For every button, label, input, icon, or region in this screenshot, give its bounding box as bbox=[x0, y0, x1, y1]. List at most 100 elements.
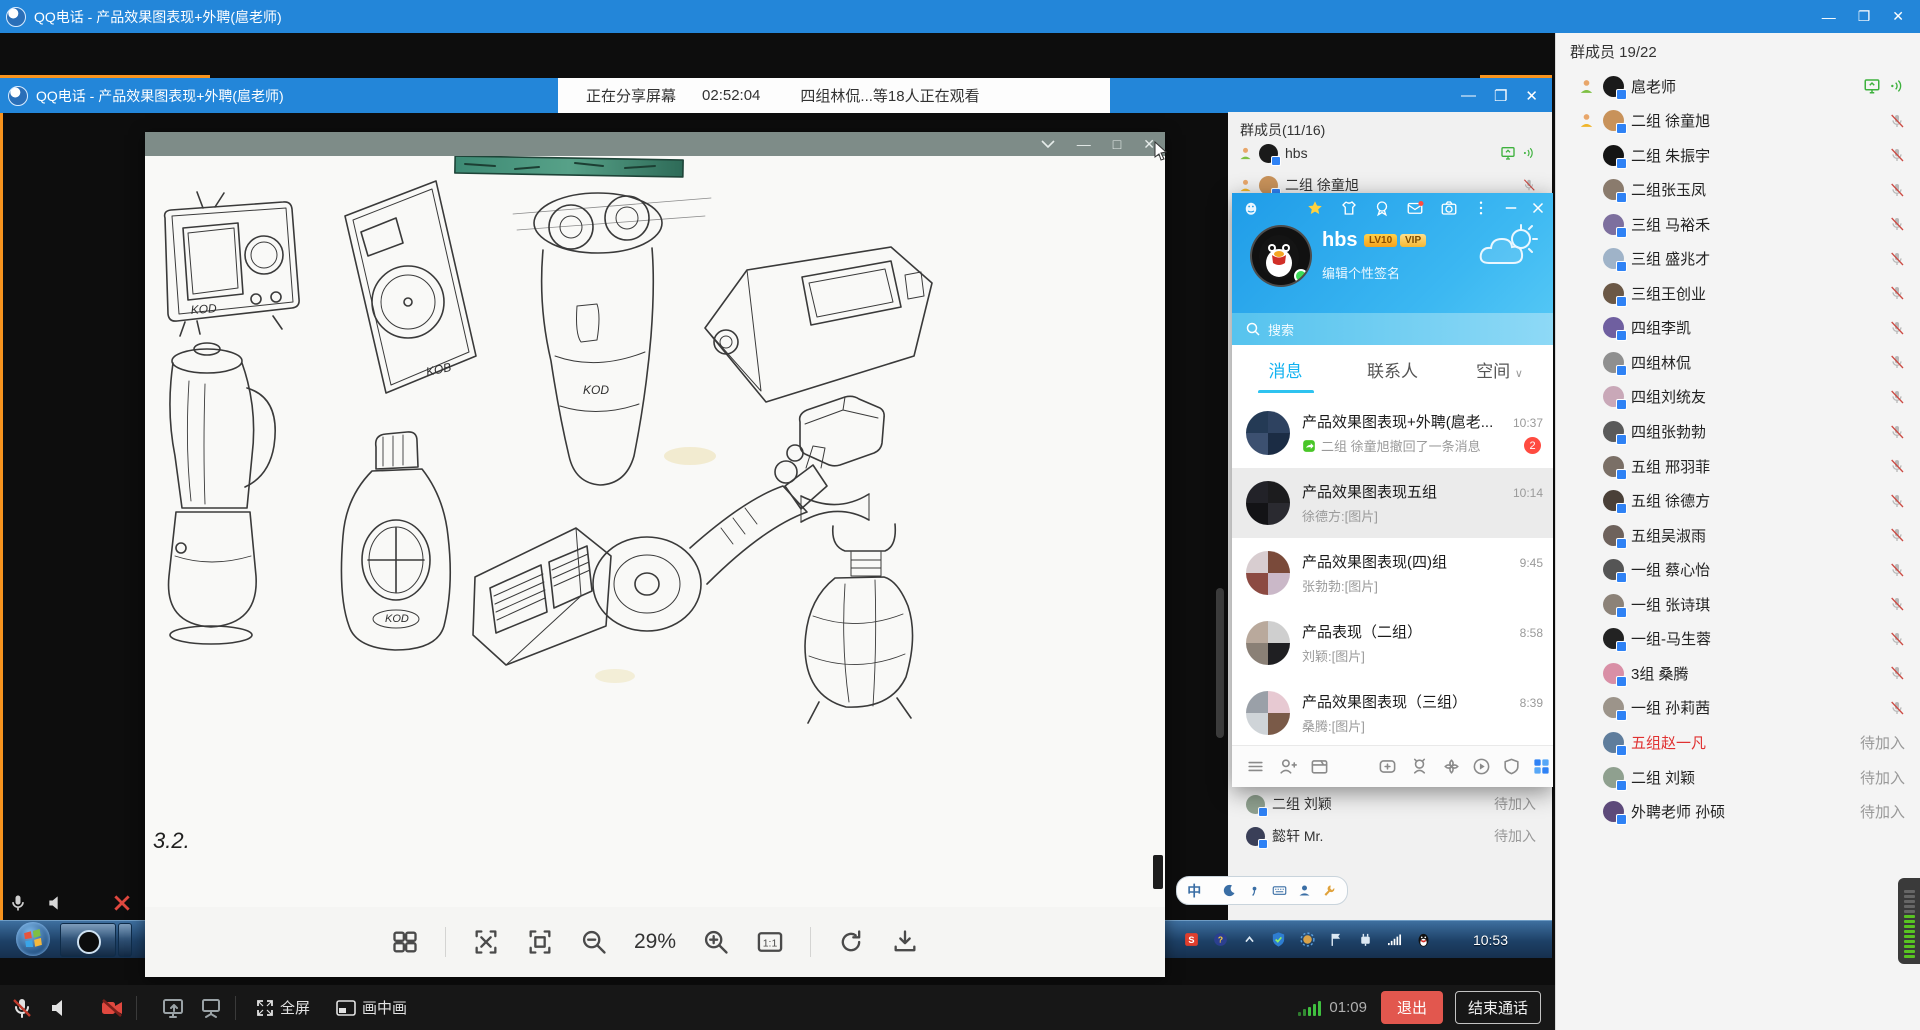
speaker-on-button[interactable] bbox=[48, 996, 72, 1020]
shared-member-row[interactable]: 二组 刘颖 待加入 bbox=[1228, 791, 1552, 817]
folder-icon[interactable] bbox=[1310, 757, 1329, 776]
question-tray-icon[interactable]: ? bbox=[1212, 931, 1229, 948]
viewer-titlebar[interactable]: — □ ✕ bbox=[145, 132, 1165, 156]
mic-muted-icon[interactable] bbox=[1889, 285, 1905, 301]
exit-button[interactable]: 退出 bbox=[1381, 991, 1443, 1024]
mail-icon[interactable] bbox=[1406, 199, 1424, 217]
penguin-tray-icon[interactable] bbox=[1415, 931, 1432, 948]
ime-language-indicator[interactable]: 中 bbox=[1187, 881, 1201, 901]
ime-moon-icon[interactable] bbox=[1222, 883, 1237, 898]
mic-muted-icon[interactable] bbox=[1889, 631, 1905, 647]
member-row[interactable]: 二组 朱振宇 bbox=[1556, 140, 1920, 170]
rotate-icon[interactable] bbox=[837, 928, 865, 956]
shield-heart-icon[interactable] bbox=[1502, 757, 1521, 776]
layout-icon[interactable] bbox=[391, 928, 419, 956]
mic-light-icon[interactable] bbox=[8, 893, 28, 913]
member-row[interactable]: 五组吴淑雨 bbox=[1556, 520, 1920, 550]
start-button[interactable] bbox=[16, 922, 50, 956]
mic-muted-icon[interactable] bbox=[1889, 596, 1905, 612]
chevron-up-tray-icon[interactable] bbox=[1241, 931, 1258, 948]
pip-button[interactable]: 画中画 bbox=[336, 997, 407, 1018]
member-row[interactable]: 外聘老师 孙硕 待加入 bbox=[1556, 797, 1920, 827]
ime-wrench-icon[interactable] bbox=[1322, 883, 1337, 898]
weather-icon[interactable] bbox=[1477, 223, 1539, 271]
member-row[interactable]: 三组 马裕禾 bbox=[1556, 209, 1920, 239]
search-bar[interactable]: 搜索 bbox=[1232, 313, 1553, 345]
fullscreen-button[interactable]: 全屏 bbox=[256, 997, 310, 1018]
plug-tray-icon[interactable] bbox=[1357, 931, 1374, 948]
conversation-item[interactable]: 产品效果图表现+外聘(扈老... 10:37 二组 徐童旭撤回了一条消息 2 bbox=[1232, 398, 1553, 468]
one-to-one-icon[interactable]: 1:1 bbox=[756, 928, 784, 956]
member-row[interactable]: 一组 张诗琪 bbox=[1556, 589, 1920, 619]
signal-tray-icon[interactable] bbox=[1386, 931, 1403, 948]
qq-profile-avatar[interactable] bbox=[1250, 225, 1312, 287]
camera-icon[interactable] bbox=[1440, 199, 1458, 217]
taskbar-app-button[interactable] bbox=[60, 923, 116, 957]
conversation-item[interactable]: 产品表现（二组） 8:58 刘颖:[图片] bbox=[1232, 608, 1553, 678]
star-icon[interactable] bbox=[1306, 199, 1324, 217]
qq-logo-icon[interactable] bbox=[1242, 199, 1260, 217]
knot-icon[interactable] bbox=[1442, 757, 1461, 776]
member-row[interactable]: 四组林侃 bbox=[1556, 347, 1920, 377]
conversation-item[interactable]: 产品效果图表现（三组） 8:39 桑腾:[图片] bbox=[1232, 678, 1553, 745]
mic-muted-icon[interactable] bbox=[1889, 147, 1905, 163]
tab-0[interactable]: 消息 bbox=[1232, 357, 1339, 382]
camera-off-button[interactable] bbox=[100, 996, 124, 1020]
viewer-collapse-icon[interactable] bbox=[1041, 140, 1055, 149]
member-row[interactable]: 五组 徐德方 bbox=[1556, 486, 1920, 516]
medal-icon[interactable] bbox=[1373, 199, 1391, 217]
shirt-icon[interactable] bbox=[1340, 199, 1358, 217]
minimize-icon[interactable] bbox=[1502, 199, 1520, 217]
member-row[interactable]: 二组张玉凤 bbox=[1556, 175, 1920, 205]
inner-restore-button[interactable]: ❐ bbox=[1494, 87, 1507, 105]
member-row[interactable]: 四组李凯 bbox=[1556, 313, 1920, 343]
signature-edit[interactable]: 编辑个性签名 bbox=[1322, 263, 1400, 282]
tab-2[interactable]: 空间 ∨ bbox=[1446, 357, 1553, 382]
share-screen-button[interactable] bbox=[161, 996, 185, 1020]
member-row[interactable]: 扈老师 bbox=[1556, 71, 1920, 101]
conversation-item[interactable]: 产品效果图表现五组 10:14 徐德方:[图片] bbox=[1232, 468, 1553, 538]
mic-muted-icon[interactable] bbox=[1889, 354, 1905, 370]
end-call-button[interactable]: 结束通话 bbox=[1455, 991, 1541, 1024]
flag-tray-icon[interactable] bbox=[1328, 931, 1345, 948]
member-row[interactable]: 三组王创业 bbox=[1556, 278, 1920, 308]
gear-blue-tray-icon[interactable] bbox=[1299, 931, 1316, 948]
shield-tray-icon[interactable] bbox=[1270, 931, 1287, 948]
close-icon[interactable] bbox=[1529, 199, 1547, 217]
ime-toolbar[interactable]: 中 bbox=[1176, 876, 1348, 905]
zoom-in-icon[interactable] bbox=[702, 928, 730, 956]
mic-muted-icon[interactable] bbox=[1889, 320, 1905, 336]
mic-muted-icon[interactable] bbox=[1889, 182, 1905, 198]
member-row[interactable]: 3组 桑腾 bbox=[1556, 658, 1920, 688]
mic-muted-icon[interactable] bbox=[1889, 424, 1905, 440]
member-row[interactable]: 一组-马生蓉 bbox=[1556, 624, 1920, 654]
mic-muted-icon[interactable] bbox=[1889, 458, 1905, 474]
add-person-icon[interactable] bbox=[1278, 757, 1297, 776]
member-row[interactable]: 五组 邢羽菲 bbox=[1556, 451, 1920, 481]
member-row[interactable]: 四组刘统友 bbox=[1556, 382, 1920, 412]
mic-muted-icon[interactable] bbox=[1889, 562, 1905, 578]
outer-close-button[interactable]: ✕ bbox=[1892, 8, 1904, 25]
viewer-minimize-button[interactable]: — bbox=[1077, 136, 1091, 152]
scrollbar-thumb[interactable] bbox=[1216, 588, 1224, 738]
game-box-icon[interactable] bbox=[1378, 757, 1397, 776]
speaker-tray-icon[interactable] bbox=[1444, 931, 1461, 948]
member-row[interactable]: 一组 孙莉茜 bbox=[1556, 693, 1920, 723]
shared-member-row[interactable]: 懿轩 Mr. 待加入 bbox=[1228, 823, 1552, 849]
more-icon[interactable] bbox=[1472, 199, 1490, 217]
mic-muted-icon[interactable] bbox=[1889, 113, 1905, 129]
download-icon[interactable] bbox=[891, 928, 919, 956]
mic-muted-button[interactable] bbox=[10, 996, 34, 1020]
member-row[interactable]: 二组 刘颖 待加入 bbox=[1556, 762, 1920, 792]
member-row[interactable]: 三组 盛兆才 bbox=[1556, 244, 1920, 274]
mic-muted-icon[interactable] bbox=[1889, 389, 1905, 405]
doll-icon[interactable] bbox=[1410, 757, 1429, 776]
member-row[interactable]: 四组张勃勃 bbox=[1556, 417, 1920, 447]
snip-icon[interactable] bbox=[472, 928, 500, 956]
whiteboard-button[interactable] bbox=[199, 996, 223, 1020]
mic-muted-icon[interactable] bbox=[1889, 665, 1905, 681]
inner-minimize-button[interactable]: — bbox=[1461, 87, 1476, 104]
inner-close-button[interactable]: ✕ bbox=[1525, 87, 1538, 105]
mic-muted-icon[interactable] bbox=[1889, 216, 1905, 232]
member-row[interactable]: 二组 徐童旭 bbox=[1556, 106, 1920, 136]
